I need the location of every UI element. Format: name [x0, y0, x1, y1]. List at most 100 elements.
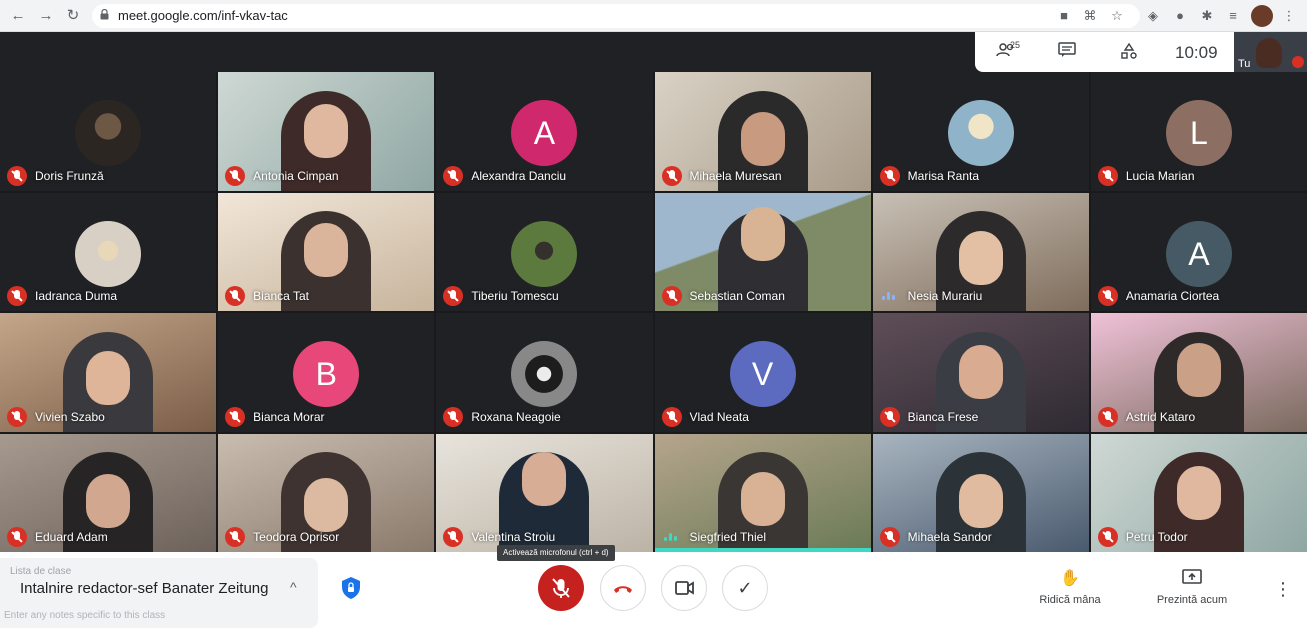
participant-name: Bianca Frese	[907, 409, 979, 424]
mic-off-icon	[879, 406, 900, 427]
bookmark-star-icon[interactable]: ☆	[1109, 8, 1125, 24]
video-face-shape	[86, 473, 131, 528]
participant-tile[interactable]: Valentina Stroiu	[436, 433, 653, 552]
participant-name: Iadranca Duma	[35, 289, 118, 303]
participant-tile[interactable]: Iadranca Duma	[0, 192, 217, 311]
mic-off-icon	[7, 165, 27, 186]
extension-icon[interactable]: ◈	[1144, 7, 1162, 25]
participant-tile[interactable]: Roxana Neagoie	[436, 313, 653, 432]
participant-tile[interactable]: A Alexandra Danciu	[436, 72, 653, 191]
participant-avatar: B	[293, 341, 360, 407]
participant-tile[interactable]: B Bianca Morar	[218, 313, 435, 432]
participant-tile[interactable]: Doris Frunză	[0, 72, 217, 191]
self-view-tile[interactable]: Tu	[1234, 32, 1307, 72]
participant-tile[interactable]: A Anamaria Ciortea	[1090, 192, 1307, 311]
participant-name: Antonia Cimpan	[253, 168, 339, 183]
checkmark-button[interactable]: ✓	[722, 565, 768, 611]
present-now-button[interactable]: Prezintă acum	[1147, 568, 1237, 606]
participant-name: Sebastian Coman	[689, 289, 785, 303]
hang-up-icon	[614, 586, 632, 593]
hand-icon: ✋	[1060, 570, 1080, 587]
participant-name: Lucia Marian	[1125, 168, 1195, 183]
participant-name: Bianca Morar	[253, 409, 325, 424]
video-face-shape	[740, 471, 785, 526]
participant-tile[interactable]: Eduard Adam	[0, 433, 217, 552]
participant-avatar: A	[511, 100, 578, 166]
mic-off-icon	[7, 286, 27, 306]
forward-icon[interactable]: →	[36, 6, 56, 26]
participant-tile[interactable]: Mihaela Muresan	[654, 72, 871, 191]
lock-icon	[100, 9, 109, 20]
mic-off-icon	[443, 286, 464, 306]
participant-name: Vivien Szabo	[35, 409, 105, 424]
participant-avatar: A	[1165, 220, 1232, 287]
mic-off-icon	[443, 406, 464, 427]
mic-off-icon	[443, 165, 464, 186]
shield-icon[interactable]	[340, 576, 362, 600]
speaking-indicator-icon	[880, 289, 900, 303]
participant-tile[interactable]: Marisa Ranta	[872, 72, 1089, 191]
speaking-bar	[891, 295, 895, 300]
translate-icon[interactable]: ⌘	[1082, 8, 1098, 24]
puzzle-icon[interactable]: ✱	[1198, 7, 1216, 25]
url-text: meet.google.com/inf-vkav-tac	[118, 8, 288, 23]
mic-off-icon	[225, 527, 246, 547]
speaking-bar	[886, 292, 890, 300]
class-notes-input[interactable]: Enter any notes specific to this class	[4, 610, 165, 621]
class-list-hint[interactable]: Lista de clase	[10, 566, 71, 577]
mic-tooltip: Activează microfonul (ctrl + d)	[497, 545, 615, 561]
self-video	[1256, 38, 1282, 68]
participant-name: Roxana Neagoie	[471, 409, 561, 424]
participant-tile[interactable]: Astrid Kataro	[1090, 313, 1307, 432]
participant-tile[interactable]: Bianca Tat	[218, 192, 435, 311]
participant-avatar	[511, 220, 578, 287]
checkmark-icon: ✓	[737, 578, 753, 598]
video-face-shape	[1176, 465, 1221, 520]
participant-tile[interactable]: Mihaela Sandor	[872, 433, 1089, 552]
participant-tile[interactable]: Antonia Cimpan	[218, 72, 435, 191]
raise-hand-button[interactable]: ✋ Ridică mâna	[1025, 568, 1115, 606]
mic-off-icon	[661, 286, 682, 306]
meeting-clock: 10:09	[1175, 43, 1218, 62]
participant-name: Marisa Ranta	[907, 168, 980, 183]
address-bar[interactable]: meet.google.com/inf-vkav-tac ■ ⌘ ☆	[92, 4, 1140, 28]
raise-hand-label: Ridică mâna	[1039, 594, 1101, 606]
back-icon[interactable]: ←	[8, 6, 28, 26]
participant-tile[interactable]: Sebastian Coman	[654, 192, 871, 311]
profile-avatar[interactable]	[1251, 5, 1273, 27]
mic-off-icon	[879, 165, 900, 186]
toggle-camera-button[interactable]	[661, 565, 707, 611]
camera-icon[interactable]: ■	[1056, 8, 1072, 24]
video-face-shape	[740, 206, 785, 261]
participant-tile[interactable]: L Lucia Marian	[1090, 72, 1307, 191]
chevron-up-icon[interactable]: ^	[290, 579, 297, 595]
class-panel[interactable]: Lista de clase Intalnire redactor-sef Ba…	[0, 558, 318, 628]
participant-tile[interactable]: Nesia Murariu	[872, 192, 1089, 311]
extension-circle-icon[interactable]: ●	[1171, 7, 1189, 25]
participant-tile[interactable]: Petru Todor	[1090, 433, 1307, 552]
participant-avatar	[75, 220, 142, 287]
browser-toolbar: ← → ↻ meet.google.com/inf-vkav-tac ■ ⌘ ☆…	[0, 0, 1307, 32]
participant-tile[interactable]: Siegfried Thiel	[654, 433, 871, 552]
toggle-mic-button[interactable]	[538, 565, 584, 611]
video-face-shape	[1176, 343, 1221, 397]
participant-tile[interactable]: Vivien Szabo	[0, 313, 217, 432]
participant-name: Bianca Tat	[253, 289, 309, 303]
participant-name: Eduard Adam	[35, 530, 108, 544]
participant-tile[interactable]: Teodora Oprisor	[218, 433, 435, 552]
participant-name: Astrid Kataro	[1125, 409, 1196, 424]
mic-off-icon	[1292, 56, 1304, 68]
participant-tile[interactable]: Tiberiu Tomescu	[436, 192, 653, 311]
activities-icon[interactable]	[1118, 42, 1140, 62]
mic-off-icon	[1097, 165, 1118, 186]
more-options-icon[interactable]: ⋮	[1274, 578, 1292, 600]
reload-icon[interactable]: ↻	[63, 6, 83, 26]
participant-tile[interactable]: Bianca Frese	[872, 313, 1089, 432]
participant-tile[interactable]: V Vlad Neata	[654, 313, 871, 432]
speaking-bar	[673, 536, 677, 541]
reading-list-icon[interactable]: ≡	[1224, 7, 1242, 25]
chat-icon[interactable]	[1056, 42, 1078, 62]
menu-dots-icon[interactable]: ⋮	[1280, 7, 1298, 25]
leave-call-button[interactable]	[600, 565, 646, 611]
participant-name: Tiberiu Tomescu	[471, 289, 559, 303]
